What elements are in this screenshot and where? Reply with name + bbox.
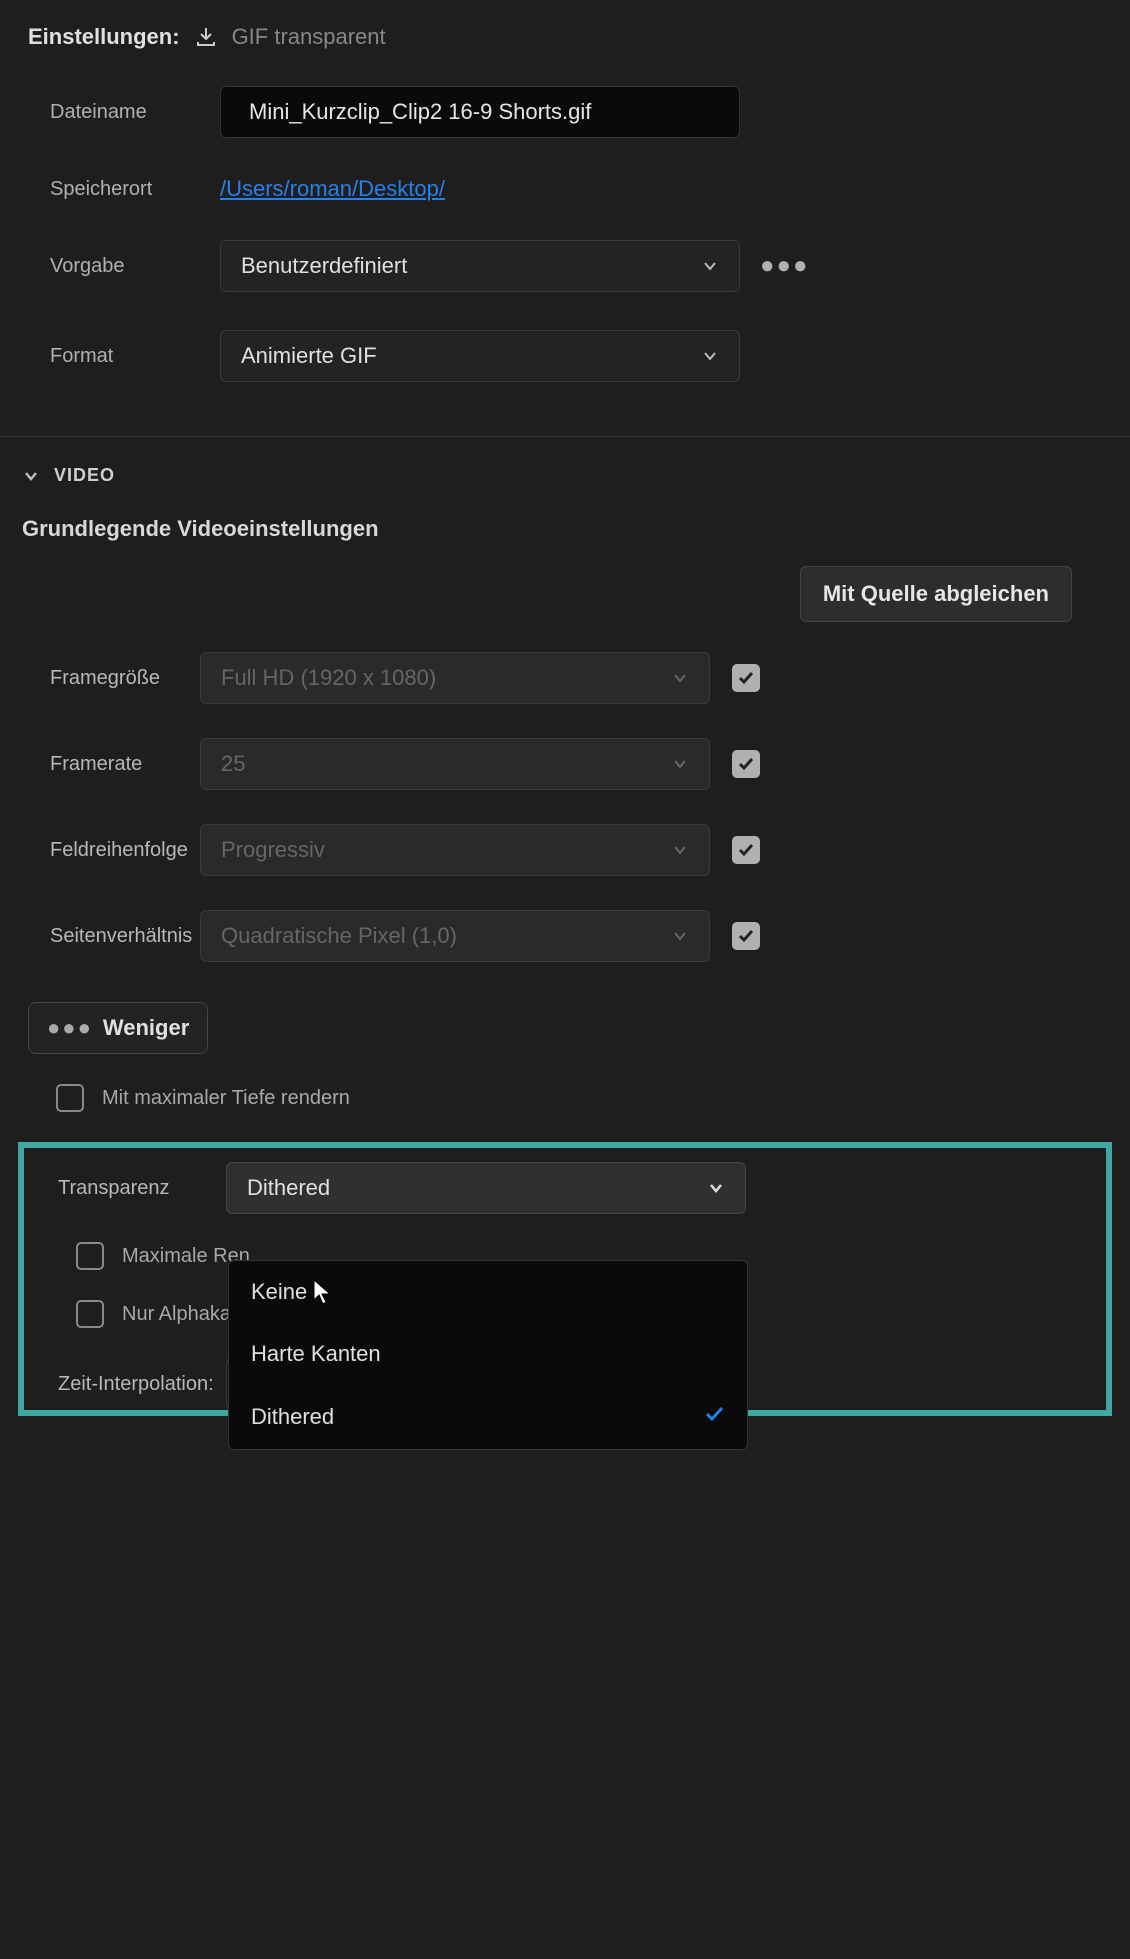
- aspect-dropdown[interactable]: Quadratische Pixel (1,0): [200, 910, 710, 962]
- framerate-dropdown[interactable]: 25: [200, 738, 710, 790]
- preset-dropdown[interactable]: Benutzerdefiniert: [220, 240, 740, 292]
- filename-label: Dateiname: [50, 101, 220, 124]
- settings-title: Einstellungen:: [28, 24, 180, 50]
- highlight-region: Transparenz Dithered Keine Harte Kanten …: [18, 1142, 1112, 1416]
- more-options-icon[interactable]: ●●●: [760, 252, 810, 280]
- format-dropdown[interactable]: Animierte GIF: [220, 330, 740, 382]
- framerate-label: Framerate: [50, 753, 200, 776]
- aspect-value: Quadratische Pixel (1,0): [221, 923, 457, 949]
- transparency-option-none[interactable]: Keine: [229, 1261, 747, 1323]
- basic-video-heading: Grundlegende Videoeinstellungen: [0, 506, 1130, 566]
- format-value: Animierte GIF: [241, 343, 377, 369]
- time-interp-label: Zeit-Interpolation:: [58, 1373, 226, 1396]
- option-label: Keine: [251, 1279, 307, 1305]
- chevron-down-icon: [707, 1179, 725, 1197]
- aspect-label: Seitenverhältnis: [50, 925, 200, 948]
- aspect-checkbox[interactable]: [732, 922, 760, 950]
- filename-input[interactable]: [220, 86, 740, 138]
- framesize-checkbox[interactable]: [732, 664, 760, 692]
- fieldorder-value: Progressiv: [221, 837, 325, 863]
- cursor-icon: [312, 1278, 334, 1306]
- alpha-only-checkbox[interactable]: [76, 1300, 104, 1328]
- framesize-value: Full HD (1920 x 1080): [221, 665, 436, 691]
- location-link[interactable]: /Users/roman/Desktop/: [220, 176, 445, 202]
- preset-label: Vorgabe: [50, 255, 220, 278]
- transparency-option-dithered[interactable]: Dithered: [229, 1385, 747, 1449]
- transparency-menu: Keine Harte Kanten Dithered: [228, 1260, 748, 1450]
- framesize-dropdown[interactable]: Full HD (1920 x 1080): [200, 652, 710, 704]
- import-icon[interactable]: [194, 25, 218, 49]
- transparency-option-hard[interactable]: Harte Kanten: [229, 1323, 747, 1385]
- option-label: Harte Kanten: [251, 1341, 381, 1367]
- location-label: Speicherort: [50, 178, 220, 201]
- settings-subtitle: GIF transparent: [232, 24, 386, 50]
- fieldorder-checkbox[interactable]: [732, 836, 760, 864]
- max-render-checkbox[interactable]: [76, 1242, 104, 1270]
- chevron-down-icon: [671, 927, 689, 945]
- more-dots-icon: ●●●: [47, 1015, 93, 1041]
- framerate-checkbox[interactable]: [732, 750, 760, 778]
- chevron-down-icon: [671, 755, 689, 773]
- framesize-label: Framegröße: [50, 667, 200, 690]
- section-video-title: VIDEO: [54, 465, 115, 486]
- check-icon: [703, 1403, 725, 1431]
- max-depth-label: Mit maximaler Tiefe rendern: [102, 1087, 350, 1110]
- option-label: Dithered: [251, 1404, 334, 1430]
- fieldorder-label: Feldreihenfolge: [50, 839, 200, 862]
- preset-value: Benutzerdefiniert: [241, 253, 407, 279]
- match-source-button[interactable]: Mit Quelle abgleichen: [800, 566, 1072, 622]
- format-label: Format: [50, 345, 220, 368]
- framerate-value: 25: [221, 751, 245, 777]
- chevron-down-icon: [22, 467, 40, 485]
- fieldorder-dropdown[interactable]: Progressiv: [200, 824, 710, 876]
- transparency-dropdown[interactable]: Dithered: [226, 1162, 746, 1214]
- chevron-down-icon: [701, 257, 719, 275]
- video-section-header[interactable]: VIDEO: [0, 437, 1130, 506]
- transparency-label: Transparenz: [58, 1177, 226, 1200]
- chevron-down-icon: [671, 841, 689, 859]
- chevron-down-icon: [671, 669, 689, 687]
- chevron-down-icon: [701, 347, 719, 365]
- max-depth-checkbox[interactable]: [56, 1084, 84, 1112]
- less-label: Weniger: [103, 1015, 189, 1041]
- less-button[interactable]: ●●● Weniger: [28, 1002, 208, 1054]
- transparency-value: Dithered: [247, 1175, 330, 1201]
